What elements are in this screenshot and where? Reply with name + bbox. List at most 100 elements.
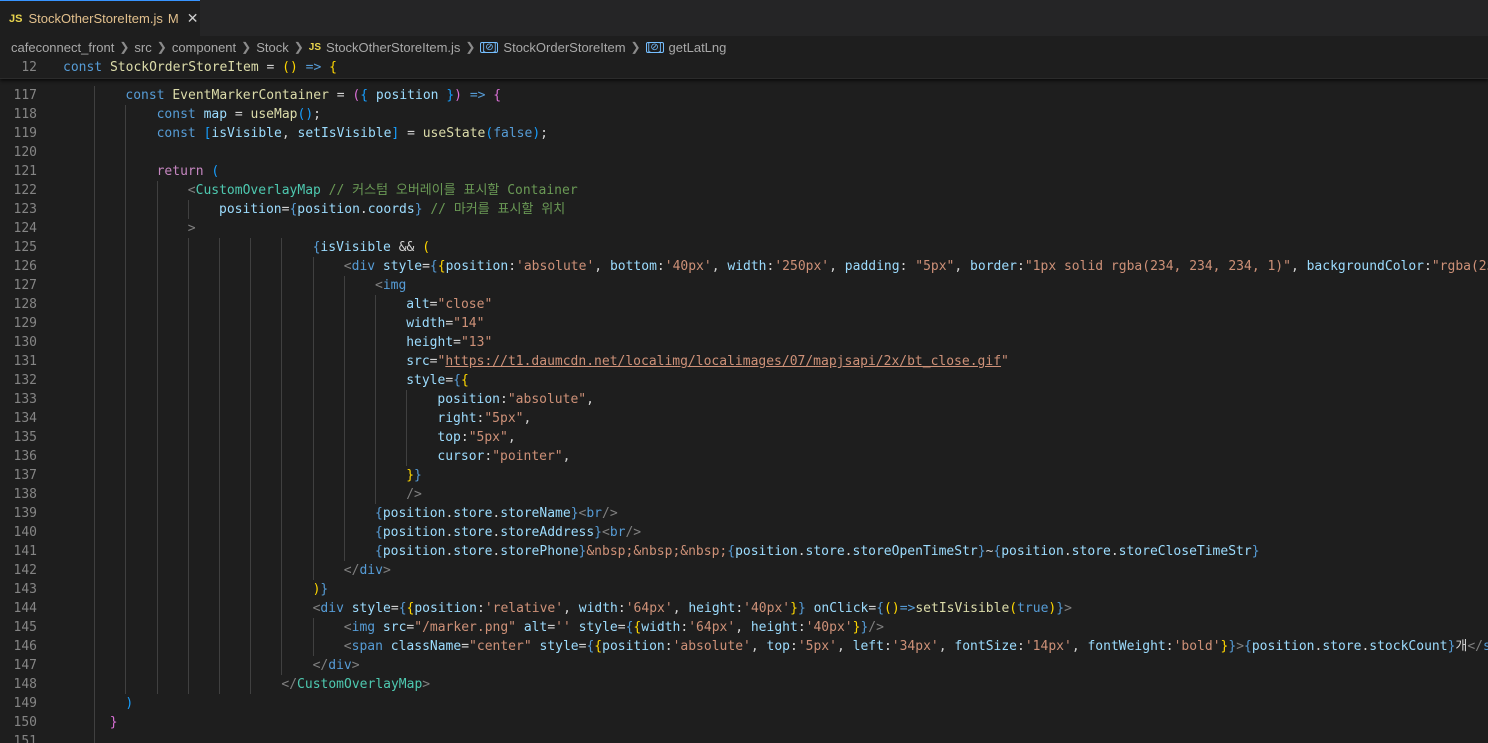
code-token: // 커스텀 오버레이를 표시할 Container bbox=[320, 183, 578, 198]
code-line[interactable]: 151 bbox=[0, 732, 1488, 743]
line-number: 151 bbox=[13, 734, 37, 743]
code-line[interactable]: 141 {position.store.storePhone}&nbsp;&nbs… bbox=[0, 542, 1488, 561]
code-line[interactable]: 137}} bbox=[0, 466, 1488, 485]
code-line[interactable]: 119 const [isVisible, setIsVisible] = use… bbox=[0, 124, 1488, 143]
code-line[interactable]: 146 <span className="center" style={{posi… bbox=[0, 637, 1488, 656]
code-token: , bbox=[523, 411, 532, 426]
code-token: "14" bbox=[453, 316, 485, 331]
code-token: { bbox=[375, 506, 383, 521]
breadcrumb-item-component-symbol[interactable]: StockOrderStoreItem bbox=[503, 40, 625, 55]
code-token: img bbox=[382, 278, 407, 293]
code-line[interactable]: 136 cursor:"pointer", bbox=[0, 447, 1488, 466]
code-token: "5px" bbox=[915, 259, 955, 274]
code-token: position bbox=[297, 202, 360, 217]
code-token: false bbox=[493, 126, 533, 141]
line-number: 143 bbox=[13, 582, 37, 597]
close-icon[interactable]: ✕ bbox=[187, 10, 199, 27]
code-line[interactable]: 130 height="13" bbox=[0, 333, 1488, 352]
breadcrumb-item-cafeconnect-front[interactable]: cafeconnect_front bbox=[11, 40, 114, 55]
tab-stock-other-store-item[interactable]: JS StockOtherStoreItem.js M ✕ bbox=[0, 0, 200, 36]
code-line[interactable]: 120 bbox=[0, 143, 1488, 162]
breadcrumb-item-component[interactable]: component bbox=[172, 40, 236, 55]
code-line-content: style={{ bbox=[406, 371, 469, 390]
code-token: : bbox=[1165, 639, 1174, 654]
code-editor[interactable]: 12 const StockOrderStoreItem = () => { 117… bbox=[0, 58, 1488, 743]
code-token: { bbox=[727, 544, 736, 559]
code-token: "5px" bbox=[468, 430, 508, 445]
code-line[interactable]: 148 </CustomOverlayMap> bbox=[0, 675, 1488, 694]
code-token: onClick bbox=[805, 601, 869, 616]
sticky-scroll-line[interactable]: 12 const StockOrderStoreItem = () => { bbox=[0, 58, 1488, 79]
code-line[interactable]: 131 src= "https://t1.daumcdn.net/localimg/… bbox=[0, 352, 1488, 371]
code-line[interactable]: 125 {isVisible && ( bbox=[0, 238, 1488, 257]
code-line[interactable]: 140 {position.store.storeAddress}<br/> bbox=[0, 523, 1488, 542]
code-token: const bbox=[156, 107, 204, 122]
code-token: EventMarkerContainer bbox=[172, 88, 329, 103]
code-line-content: } bbox=[110, 713, 118, 732]
code-token: } bbox=[1251, 544, 1260, 559]
code-token: } bbox=[790, 601, 798, 616]
code-token: height bbox=[688, 601, 736, 616]
code-token: : bbox=[1017, 639, 1025, 654]
code-line[interactable]: 121 return ( bbox=[0, 162, 1488, 181]
code-line[interactable]: 150} bbox=[0, 713, 1488, 732]
code-line[interactable]: 122 <CustomOverlayMap // 커스텀 오버레이를 표시할 Co… bbox=[0, 181, 1488, 200]
code-line[interactable]: 118 const map = useMap(); bbox=[0, 105, 1488, 124]
code-token: : bbox=[476, 601, 485, 616]
code-token: = bbox=[429, 297, 438, 312]
code-token: ( bbox=[422, 240, 431, 255]
code-token: : bbox=[899, 259, 916, 274]
code-token: . bbox=[1063, 544, 1072, 559]
code-line[interactable]: 138 /> bbox=[0, 485, 1488, 504]
code-line[interactable]: 128 alt="close" bbox=[0, 295, 1488, 314]
code-line[interactable]: 126 <div style={{position:'absolute', bot… bbox=[0, 257, 1488, 276]
code-token: storeAddress bbox=[500, 525, 595, 540]
code-token: "1px solid rgba(234, 234, 234, 1)" bbox=[1024, 259, 1291, 274]
code-line[interactable]: 142 </div> bbox=[0, 561, 1488, 580]
code-line[interactable]: 129 width="14" bbox=[0, 314, 1488, 333]
code-line[interactable]: 143)} bbox=[0, 580, 1488, 599]
breadcrumb-item-src[interactable]: src bbox=[134, 40, 151, 55]
code-line-content: </div> bbox=[344, 561, 391, 580]
code-token: : bbox=[735, 601, 744, 616]
code-token: : bbox=[508, 259, 517, 274]
code-token: storeCloseTimeStr bbox=[1118, 544, 1252, 559]
line-number: 145 bbox=[13, 620, 37, 635]
code-token: "close" bbox=[437, 297, 493, 312]
code-token: store bbox=[805, 544, 845, 559]
code-line[interactable]: 134 right:"5px", bbox=[0, 409, 1488, 428]
code-token: : bbox=[484, 449, 493, 464]
breadcrumb-item-file[interactable]: StockOtherStoreItem.js bbox=[326, 40, 460, 55]
code-line[interactable]: 117 const EventMarkerContainer = ({ posit… bbox=[0, 86, 1488, 105]
code-token: "center" bbox=[469, 639, 532, 654]
code-token: "absolute" bbox=[507, 392, 587, 407]
code-line[interactable]: 139 {position.store.storeName}<br/> bbox=[0, 504, 1488, 523]
code-token: { bbox=[329, 60, 337, 75]
code-token: height bbox=[406, 335, 454, 350]
symbol-variable-icon: [⊘] bbox=[645, 41, 664, 53]
code-line[interactable]: 147 </div> bbox=[0, 656, 1488, 675]
code-line[interactable]: 133 position:"absolute", bbox=[0, 390, 1488, 409]
code-line[interactable]: 127 <img bbox=[0, 276, 1488, 295]
code-line[interactable]: 149) bbox=[0, 694, 1488, 713]
code-line[interactable]: 145 <img src="/marker.png" alt='' style={… bbox=[0, 618, 1488, 637]
code-line-content: <div style={{position:'absolute', bottom… bbox=[344, 257, 1488, 276]
code-token: br bbox=[609, 525, 626, 540]
code-token: width bbox=[641, 620, 681, 635]
code-token: ( bbox=[1009, 601, 1018, 616]
code-line[interactable]: 132 style={{ bbox=[0, 371, 1488, 390]
code-line-content: cursor:"pointer", bbox=[437, 447, 570, 466]
code-line[interactable]: 124 > bbox=[0, 219, 1488, 238]
breadcrumb-item-function-symbol[interactable]: getLatLng bbox=[669, 40, 727, 55]
breadcrumb-item-stock[interactable]: Stock bbox=[256, 40, 289, 55]
code-line-content: alt="close" bbox=[406, 295, 492, 314]
code-line[interactable]: 135 top:"5px", bbox=[0, 428, 1488, 447]
code-line[interactable]: 123 position={position.coords} // 마커를 표시할… bbox=[0, 200, 1488, 219]
code-token: } bbox=[446, 88, 455, 103]
code-token: isVisible bbox=[320, 240, 391, 255]
code-token: ; bbox=[313, 107, 321, 122]
code-line-content: return ( bbox=[157, 162, 220, 181]
code-token: width bbox=[406, 316, 446, 331]
code-line[interactable]: 144 <div style={{position:'relative', wid… bbox=[0, 599, 1488, 618]
code-token: div bbox=[351, 259, 376, 274]
